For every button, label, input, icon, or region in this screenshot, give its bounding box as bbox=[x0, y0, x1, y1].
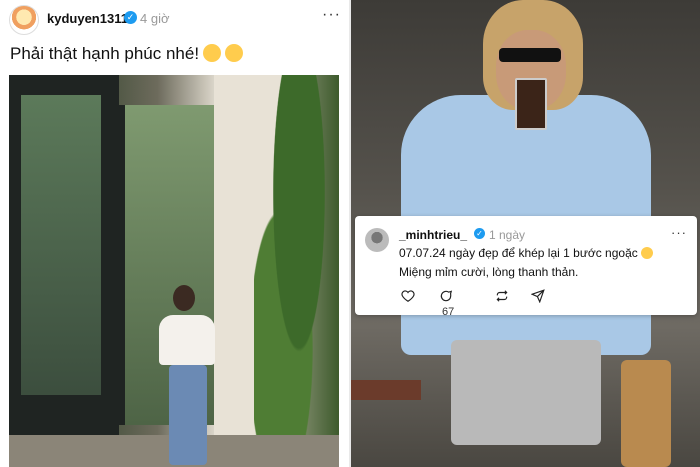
angel-emoji-icon bbox=[203, 44, 222, 62]
plants bbox=[254, 75, 339, 467]
person-head bbox=[173, 285, 195, 311]
comment-icon bbox=[440, 290, 453, 302]
person-sunglasses bbox=[499, 48, 561, 62]
card-username[interactable]: _minhtrieu_ bbox=[399, 228, 467, 242]
verified-badge-icon: ✓ bbox=[124, 11, 137, 24]
person-blouse bbox=[159, 315, 215, 365]
post-photo[interactable] bbox=[9, 75, 339, 467]
share-icon[interactable] bbox=[530, 289, 545, 304]
post-username[interactable]: kyduyen1311 bbox=[47, 11, 128, 26]
threads-post-card[interactable]: _minhtrieu_ ✓ 1 ngày ··· 07.07.24 ngày đ… bbox=[355, 216, 697, 318]
card-text: 07.07.24 ngày đẹp để khép lại 1 bước ngo… bbox=[399, 246, 638, 260]
heart-icon[interactable] bbox=[401, 289, 415, 304]
coffee-cup bbox=[515, 78, 547, 130]
smile-emoji-icon bbox=[640, 247, 653, 259]
card-text-line2: Miệng mỉm cười, lòng thanh thản. bbox=[399, 265, 579, 279]
tote-bag bbox=[621, 360, 671, 467]
more-icon[interactable]: ··· bbox=[322, 6, 341, 24]
door-glass bbox=[21, 95, 101, 395]
smile-emoji-icon bbox=[225, 44, 244, 62]
post-caption: Phải thật hạnh phúc nhé! bbox=[10, 44, 244, 64]
reply-count: 67 bbox=[442, 306, 455, 318]
avatar[interactable] bbox=[365, 228, 389, 252]
avatar[interactable] bbox=[9, 5, 39, 35]
person-jeans bbox=[169, 365, 207, 465]
caption-text: Phải thật hạnh phúc nhé! bbox=[10, 44, 200, 63]
person-shorts bbox=[451, 340, 601, 445]
post-time: 4 giờ bbox=[140, 11, 170, 26]
person bbox=[159, 285, 219, 467]
more-icon[interactable]: ··· bbox=[671, 225, 687, 240]
left-post: kyduyen1311 ✓ 4 giờ ··· Phải thật hạnh p… bbox=[0, 0, 349, 467]
verified-badge-icon: ✓ bbox=[474, 228, 485, 239]
card-text-line1: 07.07.24 ngày đẹp để khép lại 1 bước ngo… bbox=[399, 246, 653, 260]
card-time: 1 ngày bbox=[489, 228, 526, 242]
comment-button[interactable]: 67 bbox=[439, 289, 454, 319]
repost-icon[interactable] bbox=[495, 289, 509, 304]
